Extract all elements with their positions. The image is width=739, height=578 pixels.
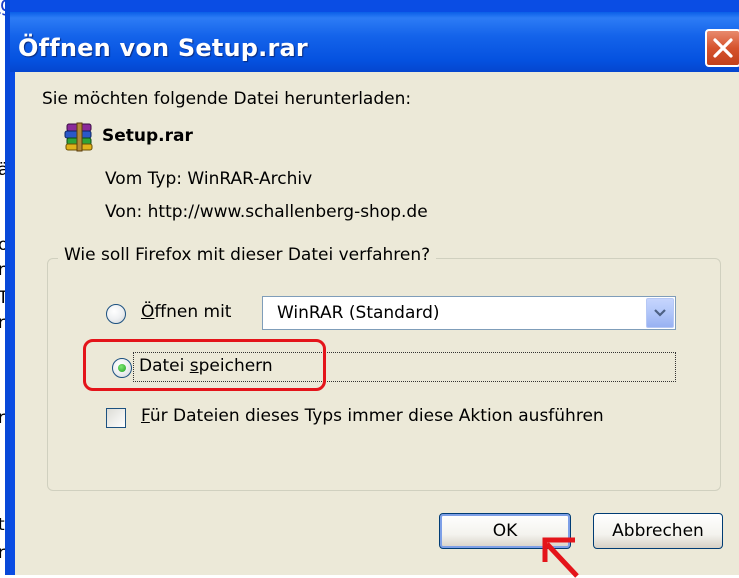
open-with-app-select[interactable]: WinRAR (Standard)	[262, 296, 676, 330]
winrar-archive-icon	[63, 122, 95, 152]
intro-text: Sie möchten folgende Datei herunterladen…	[42, 89, 412, 109]
open-with-app-value: WinRAR (Standard)	[277, 303, 440, 323]
always-do-label[interactable]: Für Dateien dieses Typs immer diese Akti…	[141, 406, 604, 426]
close-button[interactable]	[705, 29, 739, 67]
file-source-row: Von: http://www.schallenberg-shop.de	[105, 202, 428, 222]
background-text-fragment: t	[0, 515, 5, 535]
download-dialog: Öffnen von Setup.rar Sie möchten folgend…	[5, 0, 739, 578]
file-type-row: Vom Typ: WinRAR-Archiv	[105, 169, 312, 189]
dropdown-button[interactable]	[646, 298, 674, 328]
title-bar[interactable]: Öffnen von Setup.rar	[10, 12, 739, 72]
chevron-down-icon	[654, 309, 666, 317]
action-groupbox-legend: Wie soll Firefox mit dieser Datei verfah…	[58, 245, 437, 265]
file-source-label: Von:	[105, 202, 143, 222]
file-type-label: Vom Typ:	[105, 169, 182, 189]
file-source-value: http://www.schallenberg-shop.de	[147, 202, 428, 222]
open-with-radio[interactable]	[106, 304, 126, 324]
cancel-button[interactable]: Abbrechen	[593, 513, 723, 549]
arrow-annotation-icon	[542, 537, 579, 578]
close-icon	[713, 38, 733, 58]
dialog-title: Öffnen von Setup.rar	[18, 34, 308, 62]
always-do-checkbox[interactable]	[106, 408, 126, 428]
highlight-annotation	[83, 339, 326, 391]
open-with-label[interactable]: Öffnen mit	[141, 302, 231, 322]
file-name: Setup.rar	[102, 126, 193, 146]
dialog-body: Sie möchten folgende Datei herunterladen…	[15, 72, 739, 578]
file-type-value: WinRAR-Archiv	[187, 169, 313, 189]
